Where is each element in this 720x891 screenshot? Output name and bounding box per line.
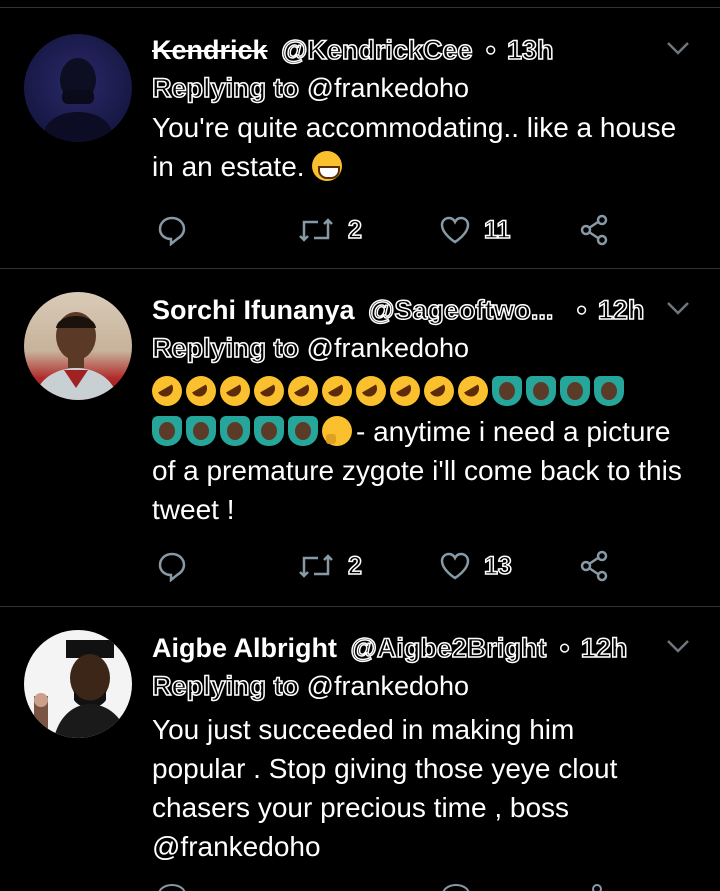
tweet-body: You just succeeded in making him popular… — [152, 714, 618, 862]
facepalm-emoji-icon — [186, 416, 216, 446]
user-handle[interactable]: @KendrickCee — [280, 34, 473, 66]
retweet-count: 2 — [347, 551, 362, 581]
chevron-down-icon[interactable] — [664, 298, 692, 318]
retweet-count: 2 — [347, 215, 362, 245]
tweet-body: You're quite accommodating.. like a hous… — [152, 112, 677, 182]
share-button[interactable] — [578, 546, 610, 586]
facepalm-emoji-icon — [492, 376, 522, 406]
replying-to-word: to — [273, 332, 300, 364]
rofl-emoji-icon — [152, 376, 182, 406]
rofl-emoji-icon — [424, 376, 454, 406]
replying-to-word: to — [273, 72, 300, 104]
heart-icon — [440, 552, 470, 580]
reply-target-link[interactable]: @frankedoho — [307, 333, 470, 363]
reply-target-link[interactable]: @frankedoho — [307, 671, 470, 701]
reply-button[interactable] — [156, 210, 188, 250]
share-button[interactable] — [578, 210, 610, 250]
reply-icon[interactable] — [158, 884, 186, 891]
rofl-emoji-icon — [390, 376, 420, 406]
grinning-face-icon — [312, 151, 343, 181]
tweet-actions: 2 11 — [152, 210, 622, 250]
separator-dot: • — [576, 294, 587, 326]
retweet-button[interactable]: 2 — [296, 546, 363, 586]
timestamp[interactable]: 12h — [580, 632, 628, 664]
replying-to: Replying to @frankedoho — [151, 68, 470, 108]
thinking-emoji-icon — [322, 416, 352, 446]
rofl-emoji-icon — [356, 376, 386, 406]
tweet-actions: 2 13 — [152, 546, 622, 586]
avatar[interactable] — [24, 292, 132, 400]
display-name[interactable]: Aigbe Albright — [152, 633, 337, 663]
facepalm-emoji-icon — [594, 376, 624, 406]
avatar[interactable] — [24, 630, 132, 738]
reply-icon — [158, 216, 186, 246]
reply-button[interactable] — [156, 546, 188, 586]
share-icon — [580, 550, 608, 582]
display-name[interactable]: Sorchi Ifunanya — [152, 295, 355, 325]
chevron-down-icon[interactable] — [664, 38, 692, 58]
retweet-icon — [299, 218, 333, 242]
facepalm-emoji-icon — [526, 376, 556, 406]
replying-to-word: to — [273, 670, 300, 702]
facepalm-emoji-icon — [288, 416, 318, 446]
timestamp[interactable]: 13h — [506, 34, 554, 66]
facepalm-emoji-icon — [152, 416, 182, 446]
retweet-icon — [299, 554, 333, 578]
facepalm-emoji-icon — [254, 416, 284, 446]
replying-label: Replying — [151, 332, 267, 364]
divider-top — [0, 7, 720, 8]
tweet-header: Kendrick @KendrickCee • 13h — [152, 30, 554, 70]
rofl-emoji-icon — [254, 376, 284, 406]
rofl-emoji-icon — [220, 376, 250, 406]
rofl-emoji-icon — [288, 376, 318, 406]
user-handle[interactable]: @Aigbe2Bright — [350, 632, 547, 664]
tweet-actions-partial — [152, 884, 622, 891]
share-icon — [580, 214, 608, 246]
facepalm-emoji-icon — [560, 376, 590, 406]
replying-to: Replying to @frankedoho — [151, 328, 470, 368]
tweet-header: Sorchi Ifunanya @Sageoftwo... • 12h — [152, 290, 645, 330]
rofl-emoji-icon — [458, 376, 488, 406]
divider — [0, 268, 720, 269]
like-count: 13 — [483, 551, 512, 581]
like-button[interactable]: 11 — [438, 210, 511, 250]
separator-dot: • — [485, 34, 496, 66]
avatar[interactable] — [24, 34, 132, 142]
facepalm-emoji-icon — [220, 416, 250, 446]
tweet-1[interactable]: Kendrick @KendrickCee • 13h Replying to … — [0, 30, 720, 268]
heart-icon — [440, 216, 470, 244]
chevron-down-icon[interactable] — [664, 636, 692, 656]
tweet-text: - anytime i need a picture of a prematur… — [152, 372, 692, 529]
tweet-text: You just succeeded in making him popular… — [152, 710, 672, 866]
separator-dot: • — [559, 632, 570, 664]
tweet-2[interactable]: Sorchi Ifunanya @Sageoftwo... • 12h Repl… — [0, 290, 720, 606]
retweet-button[interactable]: 2 — [296, 210, 363, 250]
reply-target-link[interactable]: @frankedoho — [307, 73, 470, 103]
rofl-emoji-icon — [322, 376, 352, 406]
divider — [0, 606, 720, 607]
heart-icon[interactable] — [442, 884, 470, 891]
reply-icon — [158, 552, 186, 582]
rofl-emoji-icon — [186, 376, 216, 406]
tweet-text: You're quite accommodating.. like a hous… — [152, 108, 692, 186]
emoji-row-2 — [152, 416, 356, 447]
timestamp[interactable]: 12h — [597, 294, 645, 326]
share-icon[interactable] — [592, 884, 602, 891]
tweet-header: Aigbe Albright @Aigbe2Bright • 12h — [152, 628, 628, 668]
display-name[interactable]: Kendrick — [152, 35, 268, 65]
replying-label: Replying — [151, 72, 267, 104]
like-button[interactable]: 13 — [438, 546, 513, 586]
replying-to: Replying to @frankedoho — [151, 666, 470, 706]
user-handle[interactable]: @Sageoftwo... — [367, 294, 554, 326]
tweet-3[interactable]: Aigbe Albright @Aigbe2Bright • 12h Reply… — [0, 628, 720, 891]
like-count: 11 — [483, 215, 511, 245]
replying-label: Replying — [151, 670, 267, 702]
